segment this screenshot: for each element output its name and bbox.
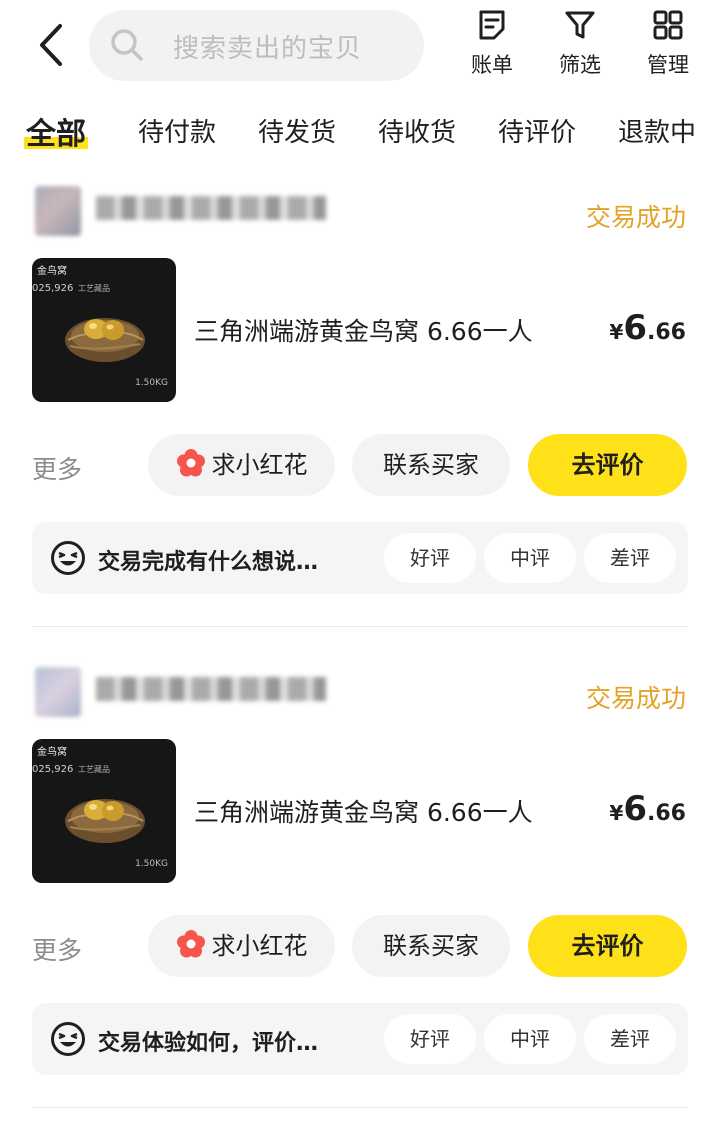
contact-buyer-button[interactable]: 联系买家 (352, 434, 510, 496)
neutral-review-chip[interactable]: 中评 (484, 533, 576, 583)
search-input[interactable]: 搜索卖出的宝贝 (89, 10, 424, 81)
back-arrow-icon[interactable] (30, 20, 74, 70)
more-button[interactable]: 更多 (32, 450, 82, 486)
thumb-badge: 工艺藏品 (78, 284, 110, 293)
price-integer: 6 (623, 789, 648, 829)
filter-icon (565, 11, 595, 39)
order-tabs: 全部 待付款 待发货 待收货 待评价 退款中 (0, 100, 712, 164)
manage-label: 管理 (647, 53, 689, 77)
product-price: ¥6.66 (609, 789, 686, 829)
tab-pending-shipment[interactable]: 待发货 (258, 112, 336, 149)
quick-review-bar: 交易体验如何，评价… 好评 中评 差评 (32, 1003, 688, 1075)
thumb-weight: 1.50KG (135, 378, 168, 388)
tab-pending-receipt[interactable]: 待收货 (378, 112, 456, 149)
request-flower-label: 求小红花 (211, 451, 308, 479)
bill-button[interactable]: 账单 (457, 8, 527, 88)
more-button[interactable]: 更多 (32, 931, 82, 967)
thumb-number: 025,926 (32, 764, 74, 775)
bill-icon (479, 10, 505, 40)
go-review-button[interactable]: 去评价 (528, 915, 687, 977)
tab-pending-payment[interactable]: 待付款 (138, 112, 216, 149)
thumb-badge: 工艺藏品 (78, 765, 110, 774)
product-price: ¥6.66 (609, 308, 686, 348)
order-card: 交易成功 金鸟窝 025,926 工艺藏品 1.50KG 三角洲端游黄金鸟窝 6… (0, 180, 712, 620)
price-integer: 6 (623, 308, 648, 348)
search-icon (109, 27, 145, 63)
price-decimal: .66 (647, 320, 686, 345)
seller-name-blurred (96, 196, 326, 220)
bad-review-chip[interactable]: 差评 (584, 533, 676, 583)
neutral-review-chip[interactable]: 中评 (484, 1014, 576, 1064)
product-thumbnail[interactable]: 金鸟窝 025,926 工艺藏品 1.50KG (32, 258, 176, 402)
card-divider (32, 1107, 688, 1108)
status-badge: 交易成功 (585, 203, 686, 232)
flower-icon (176, 930, 205, 958)
grid-icon (653, 10, 683, 40)
product-title[interactable]: 三角洲端游黄金鸟窝 6.66一人 (194, 312, 533, 348)
request-flower-button[interactable]: 求小红花 (148, 434, 335, 496)
golden-nest-icon (65, 799, 145, 843)
seller-info[interactable] (22, 661, 342, 721)
card-divider (32, 626, 688, 627)
review-prompt[interactable]: 交易完成有什么想说… (98, 544, 318, 576)
tab-pending-review[interactable]: 待评价 (498, 112, 576, 149)
go-review-button[interactable]: 去评价 (528, 434, 687, 496)
quick-review-bar: 交易完成有什么想说… 好评 中评 差评 (32, 522, 688, 594)
seller-info[interactable] (22, 180, 342, 240)
laughing-face-icon (51, 1022, 85, 1056)
golden-nest-icon (65, 318, 145, 362)
seller-name-blurred (96, 677, 326, 701)
filter-label: 筛选 (559, 53, 601, 77)
price-decimal: .66 (647, 801, 686, 826)
top-bar: 搜索卖出的宝贝 账单 筛选 管理 (0, 0, 712, 96)
bill-label: 账单 (471, 53, 513, 77)
tab-all[interactable]: 全部 (24, 109, 88, 153)
manage-button[interactable]: 管理 (633, 8, 703, 88)
tab-refunding[interactable]: 退款中 (618, 112, 696, 149)
avatar (35, 186, 81, 236)
thumb-weight: 1.50KG (135, 859, 168, 869)
thumb-number: 025,926 (32, 283, 74, 294)
order-card: 交易成功 金鸟窝 025,926 工艺藏品 1.50KG 三角洲端游黄金鸟窝 6… (0, 661, 712, 1101)
request-flower-label: 求小红花 (211, 932, 308, 960)
avatar (35, 667, 81, 717)
search-placeholder: 搜索卖出的宝贝 (173, 34, 363, 64)
product-title[interactable]: 三角洲端游黄金鸟窝 6.66一人 (194, 793, 533, 829)
thumb-title: 金鸟窝 (37, 266, 67, 277)
bad-review-chip[interactable]: 差评 (584, 1014, 676, 1064)
laughing-face-icon (51, 541, 85, 575)
status-badge: 交易成功 (585, 684, 686, 713)
review-prompt[interactable]: 交易体验如何，评价… (98, 1025, 318, 1057)
filter-button[interactable]: 筛选 (545, 8, 615, 88)
price-currency: ¥ (609, 320, 624, 344)
contact-buyer-button[interactable]: 联系买家 (352, 915, 510, 977)
thumb-title: 金鸟窝 (37, 747, 67, 758)
request-flower-button[interactable]: 求小红花 (148, 915, 335, 977)
product-thumbnail[interactable]: 金鸟窝 025,926 工艺藏品 1.50KG (32, 739, 176, 883)
good-review-chip[interactable]: 好评 (384, 533, 476, 583)
price-currency: ¥ (609, 801, 624, 825)
flower-icon (176, 449, 205, 477)
good-review-chip[interactable]: 好评 (384, 1014, 476, 1064)
